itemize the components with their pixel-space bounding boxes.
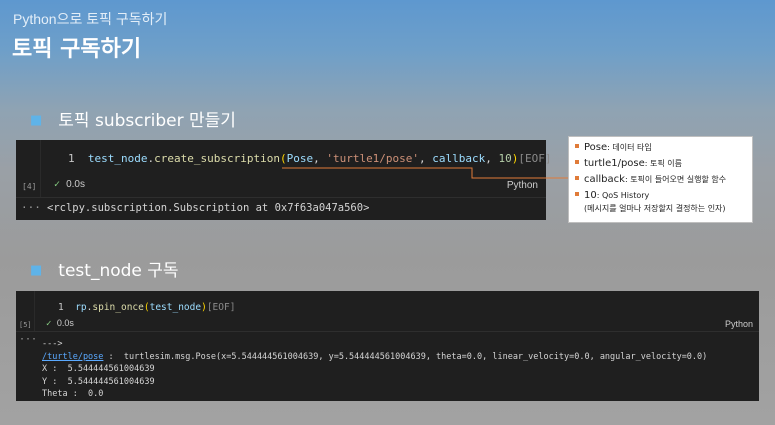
cell-status: ✓ 0.0s <box>46 318 74 329</box>
output-x: X : 5.544444561004639 <box>42 364 155 374</box>
eof-marker: [EOF] <box>206 302 236 313</box>
square-bullet-icon <box>575 176 579 180</box>
cell-output: ---> /turtle/pose : turtlesim.msg.Pose(x=… <box>42 338 707 401</box>
code-arg-topic: 'turtle1/pose' <box>326 152 420 165</box>
callout-key: 10 <box>584 190 597 201</box>
cell-status: ✓ 0.0s <box>54 179 85 190</box>
square-bullet-icon <box>575 144 579 148</box>
code-object: rp <box>75 302 87 313</box>
callout-item: turtle1/pose: 토픽 이름 <box>575 157 746 171</box>
callout-key: turtle1/pose <box>584 158 645 169</box>
output-pose-line: /turtle/pose : turtlesim.msg.Pose(x=5.54… <box>42 351 707 364</box>
exec-time: 0.0s <box>56 318 74 328</box>
breadcrumb: Python으로 토픽 구독하기 <box>13 11 168 27</box>
language-label[interactable]: Python <box>507 180 538 191</box>
callout-item: Pose: 데이터 타입 <box>575 141 746 155</box>
exec-count: [4] <box>22 182 37 191</box>
cell-input-area[interactable] <box>40 140 546 197</box>
callout-item: callback: 토픽이 들어오면 실행할 함수 <box>575 173 746 187</box>
eof-marker: [EOF] <box>518 152 552 165</box>
code-paren-open: ( <box>279 152 287 165</box>
code-arg-node: test_node <box>149 302 202 313</box>
code-object: test_node <box>87 152 148 165</box>
bullet-text: 토픽 subscriber 만들기 <box>58 111 236 131</box>
check-icon: ✓ <box>54 179 61 190</box>
bullet-subscriber: ■ 토픽 subscriber 만들기 <box>30 106 236 131</box>
callout-desc: : 데이터 타입 <box>607 143 652 152</box>
language-label[interactable]: Python <box>725 319 753 329</box>
code-arg-callback: callback <box>432 152 486 165</box>
square-bullet-icon <box>575 160 579 164</box>
callout-key: Pose <box>584 142 608 153</box>
notebook-cell-1[interactable]: 1 test_node.create_subscription(Pose, 't… <box>16 140 552 220</box>
output-y: Y : 5.544444561004639 <box>42 376 155 387</box>
callout-key: callback <box>584 174 625 185</box>
parameter-callout: Pose: 데이터 타입 turtle1/pose: 토픽 이름 callbac… <box>568 136 753 223</box>
square-bullet-icon <box>575 192 579 196</box>
cell-divider <box>16 197 546 198</box>
exec-time: 0.0s <box>66 179 85 190</box>
code-sep: , <box>485 152 499 165</box>
bullet-text: test_node 구독 <box>58 261 179 281</box>
cell-divider <box>16 331 759 332</box>
output-theta: Theta : 0.0 <box>42 389 104 399</box>
line-number: 1 <box>68 152 75 165</box>
bullet-dot-icon: ■ <box>30 113 43 128</box>
code-method: create_subscription <box>154 152 280 165</box>
code-arg-qos: 10 <box>498 152 512 165</box>
callout-note: (메시지를 얼마나 저장할지 결정하는 인자) <box>584 204 726 213</box>
code-sep: , <box>419 152 433 165</box>
callout-item: 10: QoS History <box>575 189 746 203</box>
bullet-dot-icon: ■ <box>30 263 43 278</box>
page-title: 토픽 구독하기 <box>12 37 142 62</box>
output-arrow: ---> <box>42 339 63 349</box>
code-line[interactable]: 1 test_node.create_subscription(Pose, 't… <box>68 152 552 165</box>
notebook-cell-2[interactable]: 1 rp.spin_once(test_node)[EOF] [5] ✓ 0.0… <box>16 291 759 401</box>
cell-output: <rclpy.subscription.Subscription at 0x7f… <box>47 202 370 214</box>
code-arg-pose: Pose <box>286 152 314 165</box>
output-menu-icon[interactable]: ··· <box>19 334 37 345</box>
callout-desc: : 토픽이 들어오면 실행할 함수 <box>624 175 727 184</box>
output-menu-icon[interactable]: ··· <box>21 201 41 214</box>
bullet-test-node: ■ test_node 구독 <box>30 256 179 281</box>
callout-desc: : QoS History <box>596 191 650 200</box>
topic-link[interactable]: /turtle/pose <box>42 352 103 362</box>
check-icon: ✓ <box>46 319 52 329</box>
pose-msg: : turtlesim.msg.Pose(x=5.544444561004639… <box>103 351 708 362</box>
code-line[interactable]: 1 rp.spin_once(test_node)[EOF] <box>58 302 235 313</box>
code-sep: , <box>313 152 327 165</box>
code-method: spin_once <box>92 302 144 313</box>
callout-desc: : 토픽 이름 <box>644 159 683 168</box>
exec-count: [5] <box>19 321 32 329</box>
